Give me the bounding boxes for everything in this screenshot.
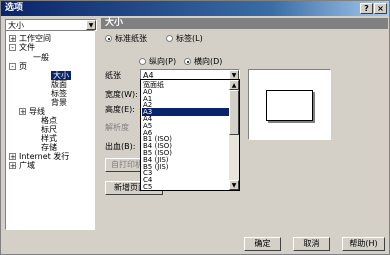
resolution-label: 解析度	[105, 123, 129, 132]
scroll-thumb[interactable]	[229, 90, 239, 135]
dropdown-scrollbar[interactable]: ▲ ▼	[229, 80, 239, 190]
tree-item[interactable]: 背景	[51, 98, 67, 107]
tree-item[interactable]: 导线	[29, 107, 45, 116]
tree-item[interactable]: 工作空间	[19, 34, 51, 43]
tree-item[interactable]: 页	[19, 62, 27, 71]
tree-item[interactable]: 一般	[33, 53, 49, 62]
portrait-label: 纵向(P)	[149, 57, 177, 66]
tree-expander-icon[interactable]: +	[9, 162, 16, 170]
paper-option[interactable]: 宽面纸	[142, 81, 230, 89]
landscape-radio[interactable]	[184, 58, 191, 65]
height-label: 高度(E):	[105, 105, 135, 114]
tree-item[interactable]: 样式	[41, 134, 57, 143]
ok-button[interactable]: 确定	[244, 237, 281, 251]
options-dialog: 选项 ? × 大小 ▼ + 工作空间 - 文件 一般 - 页大小 版面 标签 背景 + 导线 格点 标尺样…	[0, 0, 390, 255]
bleed-label: 出血(B):	[105, 142, 136, 151]
tree-item[interactable]: 格点	[41, 116, 57, 125]
preview-page-shape	[266, 90, 313, 121]
chevron-down-icon[interactable]: ▼	[86, 20, 96, 30]
paper-option[interactable]: A4	[142, 115, 230, 123]
cancel-button[interactable]: 取消	[293, 237, 330, 251]
tree-item[interactable]: 版面	[51, 80, 67, 89]
tree-expander-icon[interactable]: -	[9, 44, 16, 52]
page-preview	[248, 69, 331, 140]
tree-item[interactable]: Internet 发行	[19, 152, 69, 161]
paper-option[interactable]: C5	[142, 183, 230, 190]
help-title-button[interactable]: ?	[360, 3, 373, 14]
close-title-button[interactable]: ×	[374, 3, 387, 14]
label-radio[interactable]	[166, 35, 173, 42]
page-heading: 大小	[101, 18, 388, 29]
normal-paper-radio[interactable]	[105, 35, 112, 42]
tree-expander-icon[interactable]: +	[19, 108, 26, 116]
tree-expander-icon[interactable]: -	[9, 63, 16, 71]
window-title: 选项	[5, 3, 24, 13]
tree-item[interactable]: 大小	[51, 71, 71, 80]
scroll-down-icon[interactable]: ▼	[229, 180, 239, 190]
paper-label: 纸张	[105, 71, 121, 80]
paper-option[interactable]: B5 (ISO)	[142, 149, 230, 157]
tree-item[interactable]: 标尺	[41, 125, 57, 134]
width-label: 宽度(W):	[105, 90, 138, 99]
scroll-up-icon[interactable]: ▲	[229, 80, 239, 90]
tree-expander-icon[interactable]: +	[9, 153, 16, 161]
tree-item[interactable]: 文件	[19, 43, 35, 52]
landscape-label: 横向(D)	[194, 57, 223, 66]
tree-item[interactable]: 标签	[51, 89, 67, 98]
tree-item[interactable]: 存储	[41, 143, 57, 152]
portrait-radio[interactable]	[139, 58, 146, 65]
title-bar: 选项 ? ×	[1, 1, 389, 16]
paper-dropdown-list[interactable]: C5 C4 C3 B5 (JIS) B4 (JIS) B5 (ISO) B4 (ISO) B1…	[140, 79, 240, 191]
tree-item[interactable]: 广域	[19, 161, 35, 170]
options-tree[interactable]: + 工作空间 - 文件 一般 - 页大小 版面 标签 背景 + 导线 格点 标尺 样式 存储 + Internet…	[5, 30, 95, 230]
help-button[interactable]: 帮助(H)	[342, 237, 385, 251]
normal-paper-label: 标准纸张	[115, 34, 147, 43]
label-radio-label: 标签(L)	[176, 34, 203, 43]
tree-expander-icon[interactable]: +	[9, 35, 16, 43]
